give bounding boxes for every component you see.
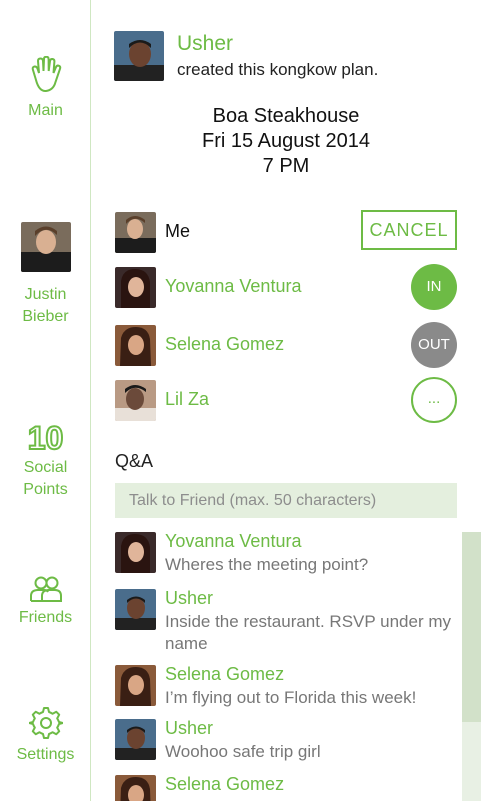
message-avatar <box>115 589 156 630</box>
nav-settings[interactable]: Settings <box>0 706 91 766</box>
status-in-badge: IN <box>411 264 457 310</box>
list-item: Usher Woohoo safe trip girl <box>115 718 462 765</box>
chat-scrollbar[interactable] <box>462 532 481 801</box>
creator-name[interactable]: Usher <box>177 32 233 56</box>
participant-name: Me <box>165 221 191 241</box>
list-item: Selena Gomez I’m flying out to Florida t… <box>115 664 462 711</box>
plan-time: 7 PM <box>262 155 310 177</box>
participant-name[interactable]: Yovanna Ventura <box>165 276 301 297</box>
participant-name[interactable]: Lil Za <box>165 389 209 410</box>
participant-avatar <box>115 380 156 421</box>
points-label-second: Points <box>23 481 68 498</box>
plan-info: Boa Steakhouse Fri 15 August 2014 7 PM <box>91 104 481 179</box>
sidebar: Main Justin Bieber 10 Social Points Frie… <box>0 0 91 801</box>
plan-venue: Boa Steakhouse <box>212 105 360 127</box>
message-avatar <box>115 665 156 706</box>
profile-name-first: Justin <box>24 286 67 303</box>
participant-avatar <box>115 267 156 308</box>
list-item: Yovanna Ventura Wheres the meeting point… <box>115 532 462 578</box>
nav-main[interactable]: Main <box>0 56 91 122</box>
nav-friends-label: Friends <box>18 609 73 626</box>
profile-name-last: Bieber <box>22 308 69 325</box>
nav-main-label: Main <box>28 102 63 119</box>
message-text: Woohoo safe trip girl <box>165 742 321 761</box>
nav-friends[interactable]: Friends <box>0 575 91 629</box>
message-author[interactable]: Selena Gomez <box>165 664 284 685</box>
profile-avatar <box>20 222 71 272</box>
message-author[interactable]: Usher <box>165 718 213 739</box>
nav-settings-label: Settings <box>16 746 75 763</box>
scrollbar-thumb[interactable] <box>462 532 481 722</box>
message-text: Wheres the meeting point? <box>165 555 369 574</box>
points-value: 10 <box>27 420 65 456</box>
status-pending-badge: ... <box>411 377 457 423</box>
participant-avatar <box>115 212 156 253</box>
gear-icon <box>28 707 63 739</box>
nav-profile[interactable]: Justin Bieber <box>0 222 91 328</box>
participant-row: Selena Gomez OUT <box>115 322 457 368</box>
participant-row: Me CANCEL <box>115 210 457 253</box>
message-author[interactable]: Selena Gomez <box>165 774 284 795</box>
hand-icon <box>31 56 61 93</box>
list-item: Selena Gomez <box>115 774 462 801</box>
participant-row: Lil Za ... <box>115 377 457 423</box>
creator-description: created this kongkow plan. <box>177 60 379 79</box>
message-avatar <box>115 532 156 573</box>
message-avatar <box>115 775 156 801</box>
plan-date: Fri 15 August 2014 <box>202 130 370 152</box>
message-text: Inside the restaurant. RSVP under my nam… <box>165 612 452 653</box>
points-label-first: Social <box>23 459 68 476</box>
qa-section-title: Q&A <box>115 451 154 471</box>
status-out-badge: OUT <box>411 322 457 368</box>
qa-message-list[interactable]: Yovanna Ventura Wheres the meeting point… <box>115 532 462 801</box>
qa-message-input[interactable] <box>115 483 457 518</box>
list-item: Usher Inside the restaurant. RSVP under … <box>115 588 462 659</box>
message-author[interactable]: Usher <box>165 588 213 609</box>
message-text: I’m flying out to Florida this week! <box>165 688 417 707</box>
cancel-button[interactable]: CANCEL <box>361 210 457 250</box>
nav-social-points[interactable]: 10 Social Points <box>0 420 91 501</box>
participant-row: Yovanna Ventura IN <box>115 264 457 310</box>
message-author[interactable]: Yovanna Ventura <box>165 532 301 552</box>
message-avatar <box>115 719 156 760</box>
plan-detail: Usher created this kongkow plan. Boa Ste… <box>91 0 481 801</box>
participant-name[interactable]: Selena Gomez <box>165 334 284 355</box>
creator-avatar[interactable] <box>114 31 164 81</box>
participant-avatar <box>115 325 156 366</box>
friends-icon <box>29 576 62 602</box>
